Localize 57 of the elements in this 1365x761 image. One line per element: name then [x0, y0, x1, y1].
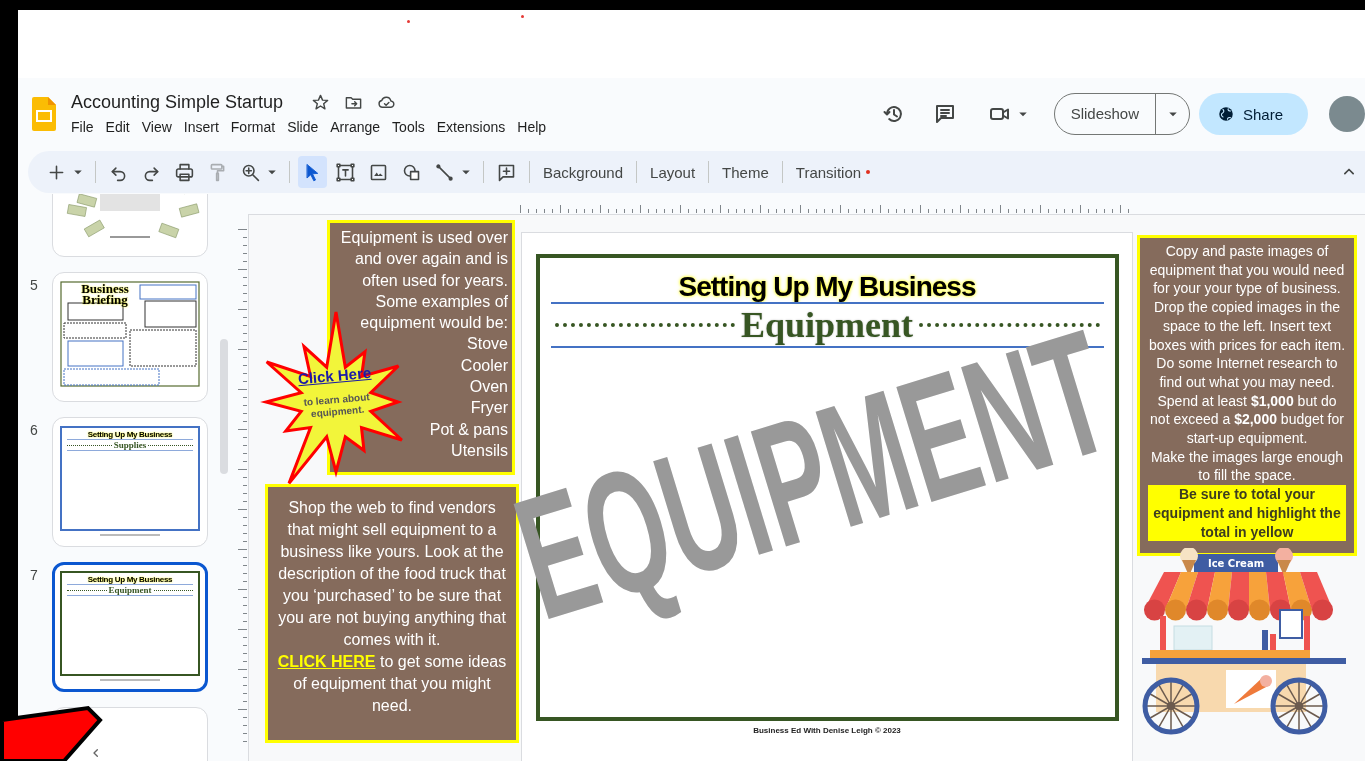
- slide-title: Setting Up My Business: [678, 272, 976, 302]
- thumbnail-title: Business Briefing: [80, 283, 130, 305]
- text-paragraph: Shop the web to find vendors that might sell equipment to a business like yours. Look at the description of the food truck that you ‘purchased’ to be sure that you are not buying anything that comes with it. CLICK HERE to get some ideas of equipment that you might need.: [276, 498, 508, 716]
- text-paragraph: Spend at least $1,000 but do not exceed a $2,000 budget for start-up equipment.: [1149, 391, 1345, 448]
- menu-item[interactable]: Help: [511, 116, 553, 137]
- menu-item[interactable]: Extensions: [430, 116, 512, 137]
- click-here-link[interactable]: Click Here: [297, 364, 372, 388]
- text-paragraph: Equipment is used over and over again and is often used for years.: [339, 228, 508, 291]
- callout-text: to learn about equipment.: [302, 390, 371, 422]
- menu-item[interactable]: View: [135, 116, 178, 137]
- slide-number: 5: [30, 276, 39, 293]
- cursor-button[interactable]: [298, 156, 327, 188]
- menu-item[interactable]: Edit: [99, 116, 136, 137]
- toolbar-text-button[interactable]: Transition: [788, 159, 878, 185]
- scrollbar-thumb[interactable]: [220, 339, 228, 474]
- equipment-item: Fryer: [470, 398, 508, 419]
- text-paragraph: Make the images large enough to fill the space.: [1149, 447, 1345, 486]
- marker-dot: [521, 15, 524, 18]
- equipment-item: Pot & pans: [429, 419, 508, 440]
- slide-thumbnail[interactable]: Setting Up My Business Equipment: [52, 562, 208, 692]
- menu-item[interactable]: File: [65, 116, 100, 137]
- menu-item[interactable]: Tools: [386, 116, 431, 137]
- menu-item[interactable]: Insert: [177, 116, 225, 137]
- slide-number: 7: [30, 566, 39, 583]
- slide-thumbnail[interactable]: Business Briefing: [52, 272, 208, 402]
- text-paragraph: Some examples of equipment would be:: [359, 291, 508, 334]
- toolbar-text-button[interactable]: Theme: [715, 159, 776, 185]
- equipment-item: Stove: [467, 334, 508, 355]
- thumbnail-title: Setting Up My Business: [87, 430, 173, 439]
- slideshow-button[interactable]: Slideshow: [1053, 93, 1190, 135]
- equipment-item: Oven: [469, 377, 508, 398]
- slide-footer: Business Ed With Denise Leigh © 2023: [753, 726, 901, 735]
- share-button[interactable]: Share: [1199, 93, 1308, 135]
- equipment-item: Utensils: [451, 440, 508, 461]
- slide-thumbnail[interactable]: Setting Up My Business Supplies: [52, 417, 208, 547]
- marker-dot: [407, 20, 410, 23]
- menu-item[interactable]: Format: [224, 116, 282, 137]
- highlighted-text: Be sure to total your equipment and highlight the total in yellow: [1148, 485, 1346, 542]
- thumbnail-subtitle: Supplies: [113, 440, 147, 450]
- menu-item[interactable]: Slide: [281, 116, 325, 137]
- text-paragraph: Copy and paste images of equipment that you would need for your your type of business. Drop the copied images in the space to the left. Insert text boxes with prices for each item. Do some Internet research to find out what you may need.: [1148, 242, 1346, 392]
- menu-item[interactable]: Arrange: [324, 116, 387, 137]
- user-avatar[interactable]: [1329, 96, 1365, 132]
- cart-sign-text: Ice Cream: [1207, 558, 1265, 569]
- thumbnail-subtitle: Equipment: [108, 585, 152, 595]
- equipment-item: Cooler: [460, 355, 508, 376]
- toolbar-text-button[interactable]: Layout: [643, 159, 703, 185]
- click-here-link[interactable]: CLICK HERE: [277, 653, 376, 670]
- toolbar-text-button[interactable]: Background: [536, 159, 631, 185]
- thumbnail-title: Setting Up My Business: [87, 575, 173, 584]
- star-icon[interactable]: [311, 92, 331, 112]
- text-box-icon: [335, 161, 356, 183]
- slide-number: 6: [30, 421, 39, 438]
- line-icon: [434, 161, 455, 183]
- globe-icon: [1217, 105, 1235, 123]
- print-icon: [174, 161, 195, 183]
- document-title[interactable]: Accounting Simple Startup: [71, 91, 284, 113]
